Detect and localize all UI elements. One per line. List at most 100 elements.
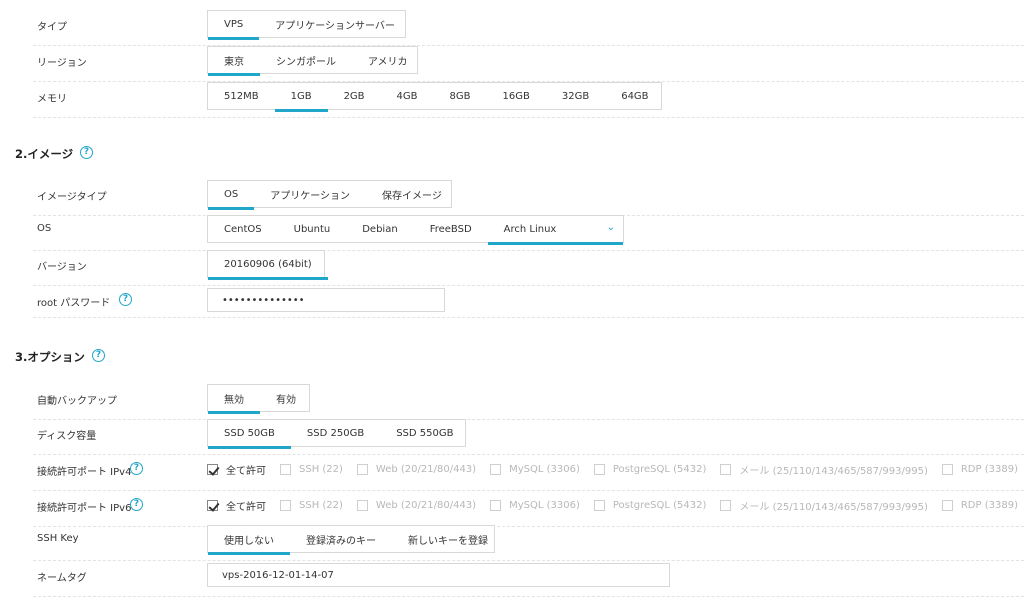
checkbox-icon[interactable] — [356, 464, 368, 475]
memory-option-512mb[interactable]: 512MB — [208, 83, 275, 109]
ipv4-port-ssh[interactable]: SSH (22) — [280, 464, 343, 475]
region-option-tokyo[interactable]: 東京 — [208, 47, 260, 76]
region-option-usa[interactable]: アメリカ — [352, 47, 424, 73]
name-tag-field[interactable]: vps-2016-12-01-14-07 — [207, 563, 670, 587]
section-title-option: 3.オプション — [15, 350, 85, 364]
ipv6-label: 接続許可ポート IPv6 — [37, 503, 132, 514]
row-ipv4: 接続許可ポート IPv4 ? 全て許可 SSH (22) Web (20/21/… — [33, 455, 1024, 491]
disk-label: ディスク容量 — [37, 431, 97, 442]
image-help-icon[interactable]: ? — [80, 146, 93, 159]
memory-option-32gb[interactable]: 32GB — [546, 83, 605, 109]
ipv4-port-mail-label: メール (25/110/143/465/587/993/995) — [739, 466, 928, 477]
checkbox-icon[interactable] — [490, 500, 502, 511]
os-selector: CentOS Ubuntu Debian FreeBSD Arch Linux … — [207, 215, 624, 245]
os-option-arch-linux[interactable]: Arch Linux — [487, 216, 624, 245]
auto-backup-option-off[interactable]: 無効 — [208, 385, 260, 414]
memory-option-1gb[interactable]: 1GB — [274, 83, 328, 112]
os-option-centos[interactable]: CentOS — [208, 216, 278, 242]
disk-option-250gb[interactable]: SSD 250GB — [291, 420, 380, 446]
auto-backup-option-on[interactable]: 有効 — [260, 385, 312, 411]
checkbox-icon[interactable] — [720, 500, 732, 511]
auto-backup-selector: 無効 有効 — [207, 384, 312, 414]
row-auto-backup: 自動バックアップ 無効 有効 — [33, 384, 1024, 420]
region-label: リージョン — [37, 58, 87, 69]
checkbox-icon[interactable] — [593, 500, 605, 511]
memory-option-64gb[interactable]: 64GB — [605, 83, 664, 109]
chevron-down-icon[interactable]: ⌄ — [607, 222, 615, 233]
name-tag-label: ネームタグ — [37, 573, 87, 584]
ipv4-port-mail[interactable]: メール (25/110/143/465/587/993/995) — [720, 462, 928, 477]
ipv6-port-rdp-label: RDP (3389) — [960, 500, 1018, 511]
memory-selector: 512MB 1GB 2GB 4GB 8GB 16GB 32GB 64GB — [207, 82, 664, 112]
row-ipv6: 接続許可ポート IPv6 ? 全て許可 SSH (22) Web (20/21/… — [33, 491, 1024, 527]
version-option-20160906[interactable]: 20160906 (64bit) — [208, 251, 328, 280]
ipv6-port-mysql[interactable]: MySQL (3306) — [490, 500, 580, 511]
ipv4-port-web[interactable]: Web (20/21/80/443) — [356, 464, 476, 475]
checkbox-icon[interactable] — [280, 464, 291, 475]
image-type-option-app[interactable]: アプリケーション — [254, 181, 366, 207]
type-option-vps[interactable]: VPS — [208, 11, 260, 40]
disk-option-50gb[interactable]: SSD 50GB — [208, 420, 291, 449]
ipv6-port-web-label: Web (20/21/80/443) — [375, 500, 477, 511]
ipv6-help-icon[interactable]: ? — [130, 498, 143, 511]
ipv6-port-postgresql[interactable]: PostgreSQL (5432) — [593, 500, 706, 511]
row-image-type: イメージタイプ OS アプリケーション 保存イメージ — [33, 180, 1024, 216]
ssh-key-selector: 使用しない 登録済みのキー 新しいキーを登録 — [207, 525, 495, 555]
checkbox-icon[interactable] — [593, 464, 605, 475]
row-root-password: root パスワード ? •••••••••••••• — [33, 286, 1024, 318]
root-password-field[interactable]: •••••••••••••• — [207, 288, 445, 312]
auto-backup-label: 自動バックアップ — [37, 396, 117, 407]
ipv6-port-mail[interactable]: メール (25/110/143/465/587/993/995) — [720, 498, 928, 513]
checkbox-checked-icon[interactable] — [207, 500, 218, 511]
memory-option-8gb[interactable]: 8GB — [434, 83, 487, 109]
memory-option-16gb[interactable]: 16GB — [487, 83, 546, 109]
image-type-option-saved[interactable]: 保存イメージ — [366, 181, 458, 207]
ipv6-port-rdp[interactable]: RDP (3389) — [941, 500, 1018, 511]
ipv4-help-icon[interactable]: ? — [130, 462, 143, 475]
image-type-selector: OS アプリケーション 保存イメージ — [207, 180, 452, 210]
memory-option-2gb[interactable]: 2GB — [328, 83, 381, 109]
type-option-appserver[interactable]: アプリケーションサーバー — [259, 11, 411, 37]
ipv6-port-checkboxes: 全て許可 SSH (22) Web (20/21/80/443) MySQL (… — [207, 498, 1024, 513]
region-selector: 東京 シンガポール アメリカ — [207, 46, 418, 76]
ipv6-port-ssh[interactable]: SSH (22) — [280, 500, 343, 511]
ipv6-port-web[interactable]: Web (20/21/80/443) — [356, 500, 477, 511]
memory-option-4gb[interactable]: 4GB — [381, 83, 434, 109]
image-type-option-os[interactable]: OS — [208, 181, 255, 210]
ipv6-port-mail-label: メール (25/110/143/465/587/993/995) — [739, 502, 928, 513]
region-option-singapore[interactable]: シンガポール — [260, 47, 352, 73]
ipv6-port-all[interactable]: 全て許可 — [207, 498, 266, 513]
checkbox-icon[interactable] — [941, 464, 953, 475]
checkbox-icon[interactable] — [720, 464, 732, 475]
type-selector: VPS アプリケーションサーバー — [207, 10, 406, 40]
ssh-key-option-registered[interactable]: 登録済みのキー — [290, 526, 392, 552]
root-password-help-icon[interactable]: ? — [119, 293, 132, 306]
ipv6-port-ssh-label: SSH (22) — [299, 500, 343, 511]
row-region: リージョン 東京 シンガポール アメリカ — [33, 46, 1024, 82]
disk-option-550gb[interactable]: SSD 550GB — [380, 420, 469, 446]
ipv4-port-rdp-label: RDP (3389) — [960, 464, 1018, 475]
version-label: バージョン — [37, 262, 87, 273]
ipv4-port-all[interactable]: 全て許可 — [207, 462, 266, 477]
ipv4-port-checkboxes: 全て許可 SSH (22) Web (20/21/80/443) MySQL (… — [207, 462, 1024, 477]
checkbox-icon[interactable] — [490, 464, 502, 475]
checkbox-checked-icon[interactable] — [207, 464, 218, 475]
row-name-tag: ネームタグ vps-2016-12-01-14-07 — [33, 561, 1024, 597]
option-help-icon[interactable]: ? — [92, 349, 105, 362]
checkbox-icon[interactable] — [356, 500, 368, 511]
row-memory: メモリ 512MB 1GB 2GB 4GB 8GB 16GB 32GB 64GB — [33, 82, 1024, 118]
ipv4-port-mysql[interactable]: MySQL (3306) — [490, 464, 580, 475]
type-label: タイプ — [37, 22, 67, 33]
os-option-debian[interactable]: Debian — [346, 216, 413, 242]
checkbox-icon[interactable] — [941, 500, 953, 511]
ssh-key-option-new[interactable]: 新しいキーを登録 — [392, 526, 504, 552]
ipv4-port-postgresql[interactable]: PostgreSQL (5432) — [593, 464, 707, 475]
os-option-ubuntu[interactable]: Ubuntu — [278, 216, 347, 242]
ipv4-port-postgresql-label: PostgreSQL (5432) — [612, 464, 707, 475]
checkbox-icon[interactable] — [280, 500, 291, 511]
row-ssh-key: SSH Key 使用しない 登録済みのキー 新しいキーを登録 — [33, 525, 1024, 561]
ipv4-port-mysql-label: MySQL (3306) — [509, 464, 580, 475]
ipv4-port-rdp[interactable]: RDP (3389) — [941, 464, 1018, 475]
os-option-freebsd[interactable]: FreeBSD — [414, 216, 488, 242]
ssh-key-option-none[interactable]: 使用しない — [208, 526, 290, 555]
